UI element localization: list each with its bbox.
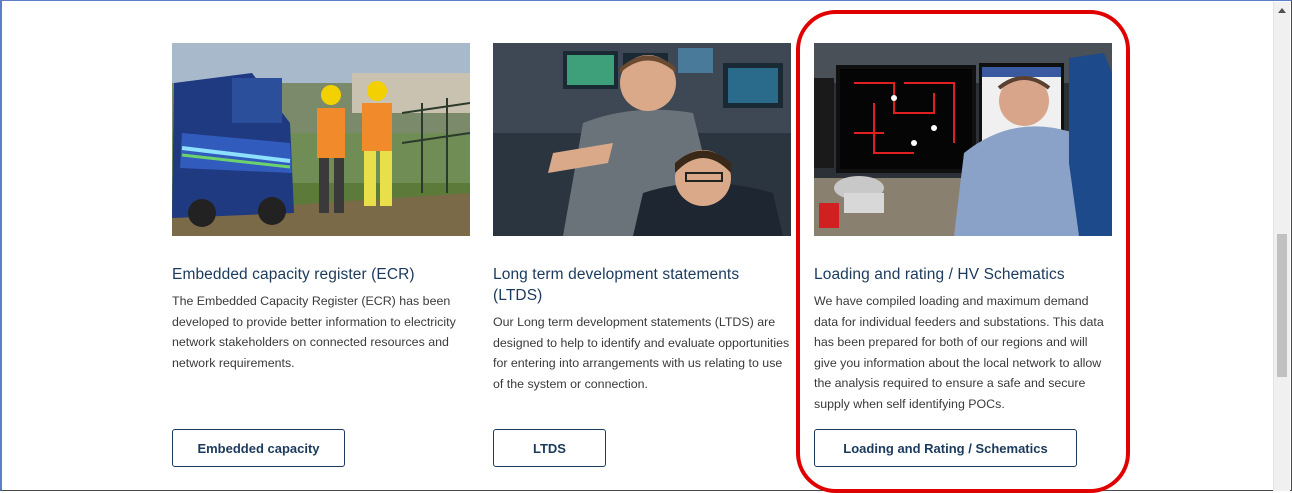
page-frame: Embedded capacity register (ECR) The Emb… (0, 0, 1292, 493)
control-room-image (493, 43, 791, 236)
card-title: Embedded capacity register (ECR) (172, 266, 415, 283)
ecr-photo (172, 43, 470, 236)
card-title: Loading and rating / HV Schematics (814, 266, 1065, 283)
vertical-scrollbar[interactable] (1273, 2, 1290, 491)
loading-rating-photo (814, 43, 1112, 236)
card-description: Our Long term development statements (LT… (493, 315, 790, 391)
scroll-up-arrow-icon[interactable] (1278, 8, 1286, 13)
ltds-button[interactable]: LTDS (493, 429, 606, 467)
loading-rating-schematics-button[interactable]: Loading and Rating / Schematics (814, 429, 1077, 467)
card-ltds: Long term development statements (LTDS) … (493, 43, 791, 394)
scroll-thumb[interactable] (1277, 234, 1287, 377)
card-loading-rating: Loading and rating / HV Schematics We ha… (814, 43, 1112, 414)
ltds-photo (493, 43, 791, 236)
field-workers-image (172, 43, 470, 236)
card-title: Long term development statements (LTDS) (493, 266, 740, 304)
card-description: The Embedded Capacity Register (ECR) has… (172, 294, 456, 370)
operator-schematics-image (814, 43, 1112, 236)
card-description: We have compiled loading and maximum dem… (814, 294, 1104, 411)
card-ecr: Embedded capacity register (ECR) The Emb… (172, 43, 470, 373)
embedded-capacity-button[interactable]: Embedded capacity (172, 429, 345, 467)
